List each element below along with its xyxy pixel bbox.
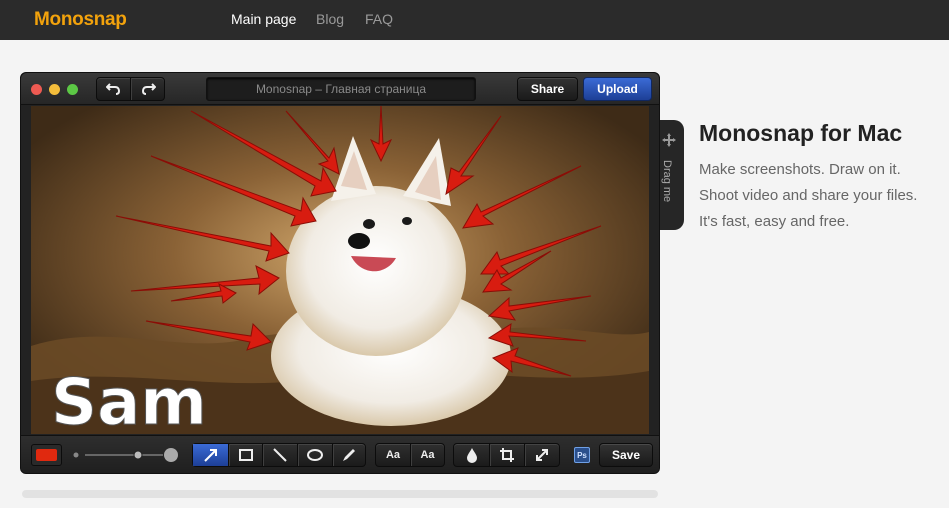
pencil-icon [343,449,355,461]
move-icon [662,133,676,147]
text-tool-label: Aa [385,449,401,461]
arrow-icon [203,449,217,462]
window-shadow [22,490,658,498]
upload-button[interactable]: Upload [583,77,652,101]
undo-button[interactable] [97,78,130,100]
window-title-field[interactable]: Monosnap – Главная страница [206,77,476,101]
drag-me-label: Drag me [661,160,673,203]
redo-icon [141,83,156,95]
zoom-window-button[interactable] [67,84,78,95]
drop-icon [466,448,477,463]
undo-icon [105,83,120,95]
dog-photo-image: Sam [31,106,649,434]
promo-line-1: Make screenshots. Draw on it. [699,161,901,178]
sam-caption: Sam [51,366,207,434]
drawing-toolbar: Aa Aa Ps Save [21,435,659,473]
promo-line-2: Shoot video and share your files. [699,187,918,204]
screenshot-canvas[interactable]: Sam [31,106,649,434]
pen-tool-button[interactable] [332,444,365,466]
window-titlebar: Monosnap – Главная страница Share Upload [21,73,659,105]
blur-tool-button[interactable] [454,444,489,466]
resize-tool-button[interactable] [524,444,559,466]
minimize-window-button[interactable] [49,84,60,95]
text-background-tool-button[interactable]: Aa [410,444,444,466]
ellipse-tool-button[interactable] [297,444,332,466]
rectangle-tool-button[interactable] [228,444,262,466]
redo-button[interactable] [130,78,164,100]
undo-redo-group [96,77,165,101]
color-picker-button[interactable] [31,444,62,466]
logo[interactable]: Monosnap [34,9,127,31]
nav-link-faq[interactable]: FAQ [365,11,393,27]
expand-icon [536,449,548,461]
close-window-button[interactable] [31,84,42,95]
selected-color-swatch [36,449,57,461]
line-icon [273,448,287,462]
text-tools-group: Aa Aa [375,443,445,467]
top-navigation-bar: Monosnap Main page Blog FAQ [0,0,949,40]
text-tool-button[interactable]: Aa [376,444,410,466]
photoshop-icon[interactable]: Ps [574,447,590,463]
rectangle-icon [238,449,253,461]
nav-link-blog[interactable]: Blog [316,11,344,27]
edit-tools-group [453,443,560,467]
line-width-slider[interactable] [73,445,178,465]
crop-icon [500,448,514,462]
promo-line-3: It's fast, easy and free. [699,213,850,230]
shape-tools-group [192,443,366,467]
arrow-tool-button[interactable] [193,444,228,466]
save-button[interactable]: Save [599,443,653,467]
ellipse-icon [307,449,323,461]
text-background-tool-label: Aa [420,449,435,461]
monosnap-window: Monosnap – Главная страница Share Upload [20,72,660,474]
crop-tool-button[interactable] [489,444,524,466]
share-button[interactable]: Share [517,77,578,101]
line-tool-button[interactable] [262,444,297,466]
nav-link-main-page[interactable]: Main page [231,11,296,27]
promo-title: Monosnap for Mac [699,120,903,146]
